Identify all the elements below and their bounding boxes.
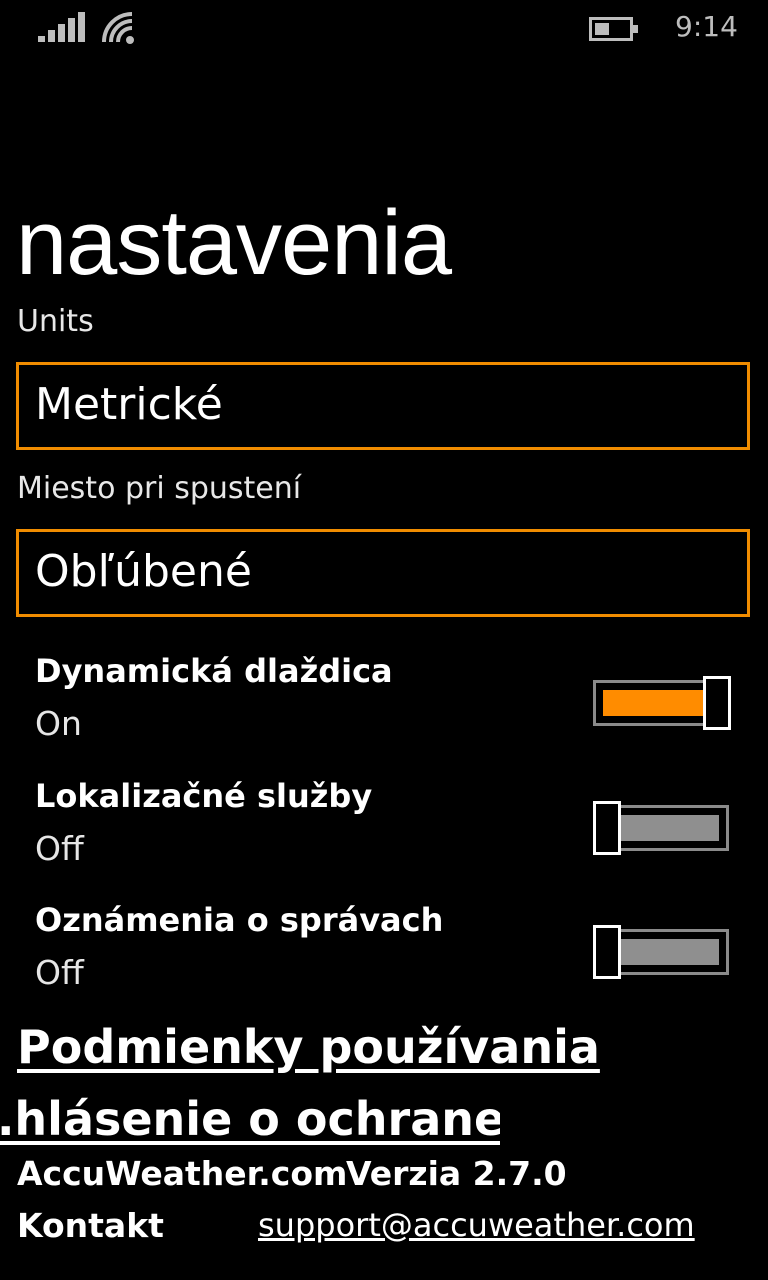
toggle-row-news-notifications: Oznámenia o správach Off — [0, 901, 768, 1011]
toggle-state: Off — [35, 953, 84, 992]
units-select-value: Metrické — [35, 379, 223, 430]
units-label: Units — [17, 304, 94, 339]
toggle-thumb[interactable] — [593, 925, 621, 979]
clock: 9:14 — [675, 10, 738, 43]
support-email-link[interactable]: support@accuweather.com — [258, 1206, 695, 1244]
toggle-title: Oznámenia o správach — [35, 901, 444, 939]
toggle-state: On — [35, 704, 82, 743]
toggle-row-location-services: Lokalizačné služby Off — [0, 777, 768, 887]
units-select[interactable]: Metrické — [16, 362, 750, 450]
location-services-toggle-switch[interactable] — [593, 801, 733, 855]
toggle-title: Lokalizačné služby — [35, 777, 373, 815]
news-notifications-toggle-switch[interactable] — [593, 925, 733, 979]
toggle-title: Dynamická dlaždica — [35, 652, 393, 690]
toggle-fill — [619, 939, 719, 965]
startup-location-select-value: Obľúbené — [35, 546, 252, 597]
footer-version: Verzia 2.7.0 — [346, 1154, 567, 1193]
wifi-icon — [102, 12, 134, 44]
terms-of-use-link[interactable]: Podmienky používania — [17, 1020, 600, 1074]
toggle-thumb[interactable] — [703, 676, 731, 730]
footer-contact-label: Kontakt — [17, 1206, 164, 1245]
live-tile-toggle-switch[interactable] — [593, 676, 733, 730]
toggle-fill — [619, 815, 719, 841]
status-bar: 9:14 — [0, 0, 768, 60]
battery-icon — [589, 17, 638, 41]
toggle-row-live-tile: Dynamická dlaždica On — [0, 652, 768, 762]
toggle-thumb[interactable] — [593, 801, 621, 855]
privacy-statement-label: ...hlásenie o ochrane... — [0, 1092, 500, 1146]
toggle-fill — [603, 690, 703, 716]
privacy-statement-link[interactable]: ...hlásenie o ochrane... — [0, 1092, 500, 1146]
toggle-state: Off — [35, 829, 84, 868]
page-title: nastavenia — [16, 192, 452, 294]
startup-location-label: Miesto pri spustení — [17, 471, 302, 506]
startup-location-select[interactable]: Obľúbené — [16, 529, 750, 617]
footer-site: AccuWeather.com — [17, 1154, 348, 1193]
signal-strength-icon — [38, 12, 85, 42]
